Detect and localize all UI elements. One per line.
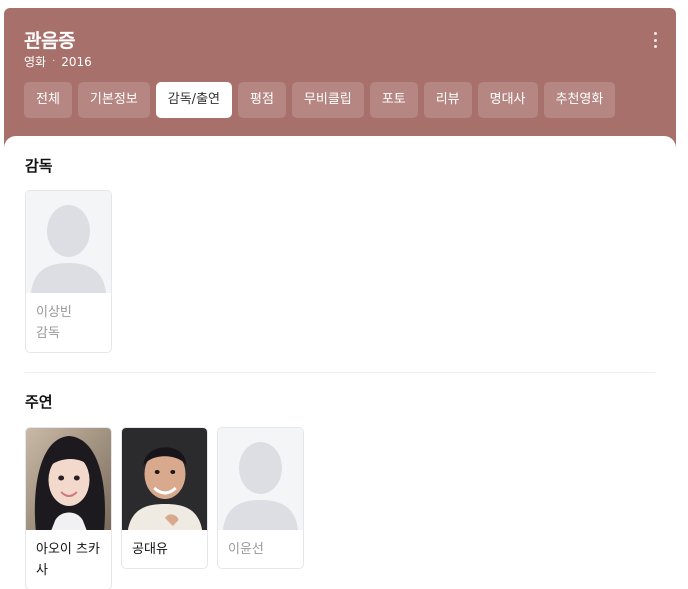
person-card-cast-1[interactable]: 아오이 츠카사 (25, 427, 112, 589)
separator-dot: · (52, 56, 56, 67)
section-title-cast: 주연 (25, 393, 53, 411)
section-title-director: 감독 (25, 157, 53, 175)
tab-photo[interactable]: 포토 (369, 82, 418, 118)
actor-photo (122, 428, 207, 530)
placeholder-avatar-icon (218, 428, 303, 530)
tab-recommended[interactable]: 추천영화 (543, 82, 616, 118)
tab-basic-info[interactable]: 기본정보 (77, 82, 150, 118)
movie-title: 관음증 (24, 30, 75, 52)
tab-movie-clip[interactable]: 무비클립 (291, 82, 364, 118)
actress-photo (26, 428, 111, 530)
person-card-director[interactable]: 이상빈 감독 (25, 190, 112, 353)
person-name: 이윤선 (228, 542, 264, 557)
movie-category: 영화 (24, 55, 47, 69)
movie-meta: 영화 · 2016 (24, 53, 92, 70)
person-name: 아오이 츠카사 (36, 542, 100, 578)
person-card-cast-2[interactable]: 공대유 (121, 427, 208, 569)
placeholder-avatar-icon (26, 191, 111, 293)
content-card: 감독 이상빈 감독 주연 아오이 츠카사 공대유 이윤선 (4, 136, 676, 589)
section-divider (25, 372, 655, 373)
tab-director-cast[interactable]: 감독/출연 (155, 82, 232, 118)
person-name: 공대유 (132, 542, 168, 557)
more-options-icon[interactable] (652, 32, 658, 48)
person-role: 감독 (36, 326, 60, 341)
tab-review[interactable]: 리뷰 (423, 82, 472, 118)
person-name: 이상빈 (36, 305, 72, 320)
tab-rating[interactable]: 평점 (238, 82, 286, 118)
tab-all[interactable]: 전체 (24, 82, 72, 118)
person-card-cast-3[interactable]: 이윤선 (217, 427, 304, 569)
tab-quotes[interactable]: 명대사 (477, 82, 538, 118)
tab-bar: 전체 기본정보 감독/출연 평점 무비클립 포토 리뷰 명대사 추천영화 (24, 82, 616, 118)
movie-year: 2016 (61, 54, 92, 69)
